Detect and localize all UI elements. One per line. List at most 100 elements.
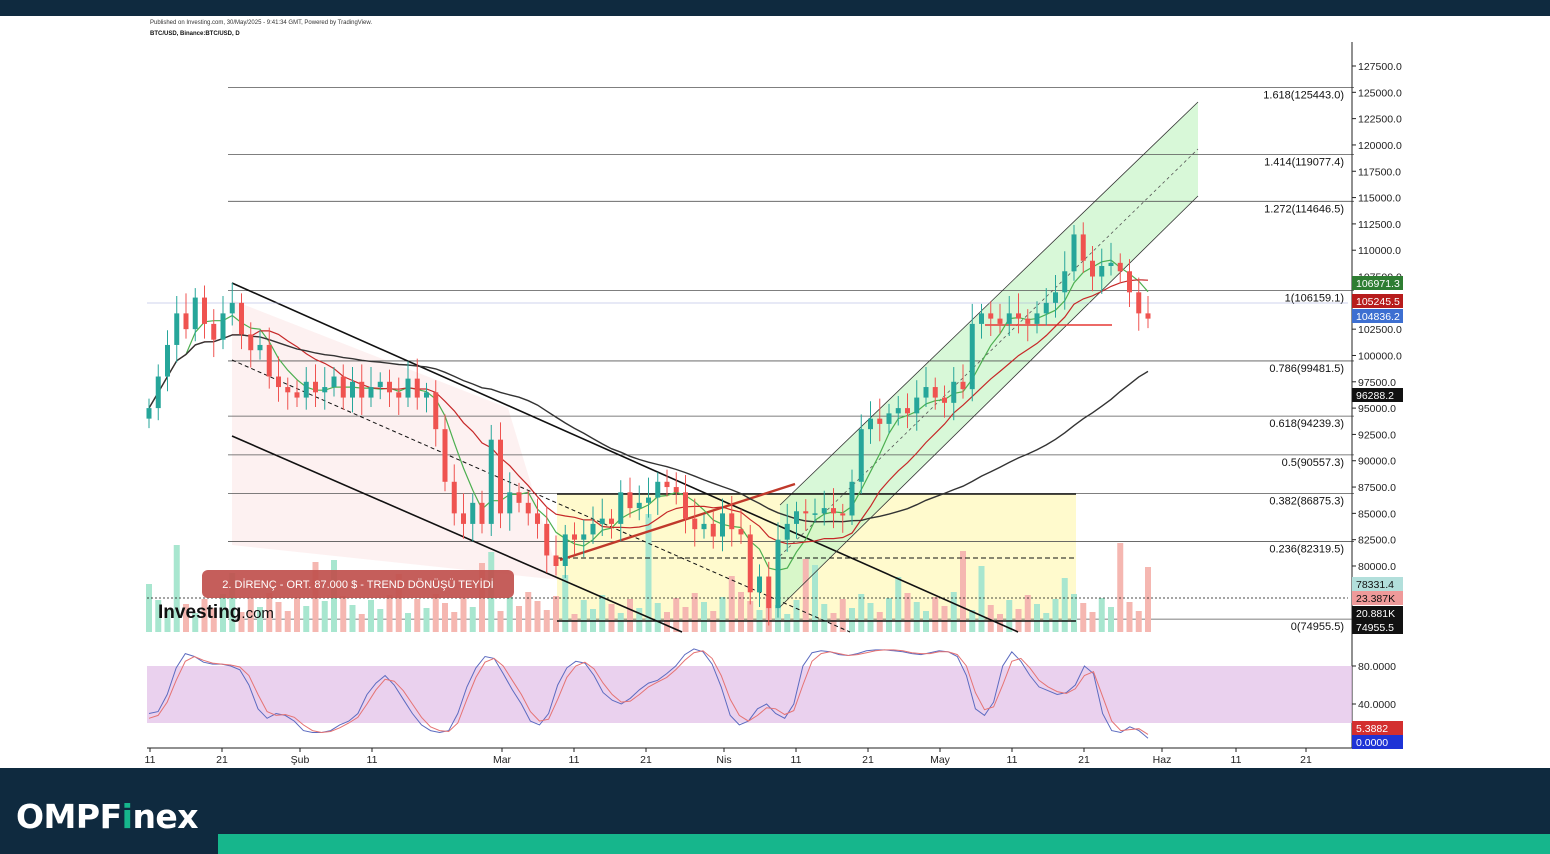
candle-body bbox=[405, 378, 411, 398]
osc-tag-text: 0.0000 bbox=[1356, 737, 1388, 749]
candle-body bbox=[812, 513, 818, 515]
candle-body bbox=[886, 413, 892, 424]
volume-bar bbox=[1126, 602, 1133, 632]
time-label: 21 bbox=[640, 754, 652, 766]
candle-body bbox=[636, 502, 642, 509]
candle-body bbox=[1090, 260, 1095, 277]
volume-bar bbox=[691, 593, 698, 632]
candle-body bbox=[572, 534, 577, 540]
candle-body bbox=[1117, 262, 1123, 272]
fib-label: 0.786(99481.5) bbox=[1269, 363, 1344, 375]
candle-body bbox=[738, 529, 744, 535]
time-label: 11 bbox=[145, 754, 156, 766]
volume-bar bbox=[876, 612, 883, 632]
candle-body bbox=[757, 576, 762, 593]
fib-label: 1.272(114646.5) bbox=[1264, 203, 1344, 215]
candle-body bbox=[414, 378, 420, 398]
volume-bar bbox=[386, 595, 393, 632]
volume-bar bbox=[830, 613, 837, 632]
volume-bar bbox=[904, 593, 911, 632]
time-label: Mar bbox=[493, 754, 512, 766]
candle-body bbox=[831, 508, 836, 514]
volume-bar bbox=[1024, 595, 1031, 632]
candle-body bbox=[525, 502, 531, 514]
osc-label: 40.0000 bbox=[1358, 699, 1396, 711]
volume-bar bbox=[405, 613, 411, 632]
candle-body bbox=[192, 297, 198, 330]
volume-bar bbox=[1071, 594, 1077, 632]
volume-bar bbox=[580, 600, 587, 632]
candle-body bbox=[211, 323, 217, 340]
candle-body bbox=[507, 492, 513, 514]
volume-bar bbox=[497, 611, 504, 632]
volume-bar bbox=[423, 608, 430, 632]
volume-bar bbox=[358, 614, 365, 632]
candle-body bbox=[285, 387, 291, 393]
volume-bar bbox=[1145, 567, 1151, 632]
candle-body bbox=[479, 502, 485, 524]
axis-label: 115000.0 bbox=[1358, 193, 1401, 205]
volume-bar bbox=[1052, 599, 1059, 632]
oscillator-panel: 80.0000 40.0000 5.3882 0.0000 bbox=[147, 648, 1403, 749]
candle-body bbox=[701, 523, 707, 530]
volume-bar bbox=[664, 612, 670, 632]
time-label: 11 bbox=[569, 754, 580, 766]
time-label: 21 bbox=[216, 754, 228, 766]
axis-label: 102500.0 bbox=[1358, 324, 1402, 336]
candle-body bbox=[387, 381, 392, 393]
volume-bar bbox=[321, 601, 328, 632]
axis-label: 127500.0 bbox=[1358, 61, 1402, 73]
time-label: 11 bbox=[1231, 754, 1242, 766]
volume-bar bbox=[627, 599, 633, 632]
candle-body bbox=[1145, 313, 1151, 319]
oscillator-band bbox=[147, 666, 1352, 723]
candle-body bbox=[535, 513, 540, 524]
price-tag-text: 74955.5 bbox=[1356, 622, 1394, 634]
price-tag-text: 106971.3 bbox=[1356, 278, 1400, 290]
candle-body bbox=[1043, 302, 1049, 314]
candle-body bbox=[858, 429, 864, 482]
candle-body bbox=[155, 376, 161, 409]
price-tag-text: 96288.2 bbox=[1356, 390, 1394, 402]
volume-bar bbox=[553, 596, 559, 632]
candle-body bbox=[1071, 234, 1077, 272]
svg-text:Investing.com: Investing.com bbox=[158, 602, 274, 623]
candle-body bbox=[988, 313, 994, 319]
time-label: Haz bbox=[1153, 754, 1172, 766]
volume-bar bbox=[562, 575, 569, 632]
axis-label: 120000.0 bbox=[1358, 140, 1402, 152]
price-chart: 1.618(125443.0) 1.414(119077.4) 1.272(1146… bbox=[145, 42, 1403, 766]
volume-bar bbox=[146, 584, 152, 632]
brand-suffix: nex bbox=[132, 797, 199, 836]
candle-body bbox=[673, 487, 679, 493]
candle-body bbox=[146, 408, 152, 419]
volume-bar bbox=[340, 596, 347, 632]
candle-body bbox=[266, 344, 272, 377]
resistance-annotation: 2. DİRENÇ - ORT. 87.000 $ - TREND DÖNÜŞÜ… bbox=[202, 570, 514, 598]
candle-body bbox=[951, 381, 957, 403]
candle-body bbox=[229, 302, 235, 314]
axis-label: 97500.0 bbox=[1358, 377, 1396, 389]
price-tag-text: 78331.4 bbox=[1356, 579, 1394, 591]
volume-bar bbox=[719, 597, 726, 632]
fib-label: 0.236(82319.5) bbox=[1269, 544, 1344, 556]
candle-body bbox=[1006, 313, 1012, 324]
time-label: Şub bbox=[291, 754, 310, 766]
candle-body bbox=[627, 492, 633, 509]
volume-bar bbox=[599, 595, 606, 632]
candle-body bbox=[1099, 266, 1105, 277]
axis-label: 92500.0 bbox=[1358, 429, 1396, 441]
volume-bar bbox=[414, 599, 421, 632]
candle-body bbox=[729, 513, 735, 530]
candle-body bbox=[516, 492, 522, 503]
volume-bar bbox=[895, 577, 902, 632]
candle-body bbox=[655, 481, 661, 498]
candle-body bbox=[1136, 292, 1142, 314]
volume-bar bbox=[747, 601, 754, 632]
axis-label: 95000.0 bbox=[1358, 403, 1396, 415]
volume-bar bbox=[1034, 604, 1040, 632]
candle-body bbox=[692, 518, 698, 530]
candle-body bbox=[821, 508, 827, 514]
volume-bar bbox=[701, 602, 707, 632]
candle-body bbox=[1016, 313, 1021, 319]
